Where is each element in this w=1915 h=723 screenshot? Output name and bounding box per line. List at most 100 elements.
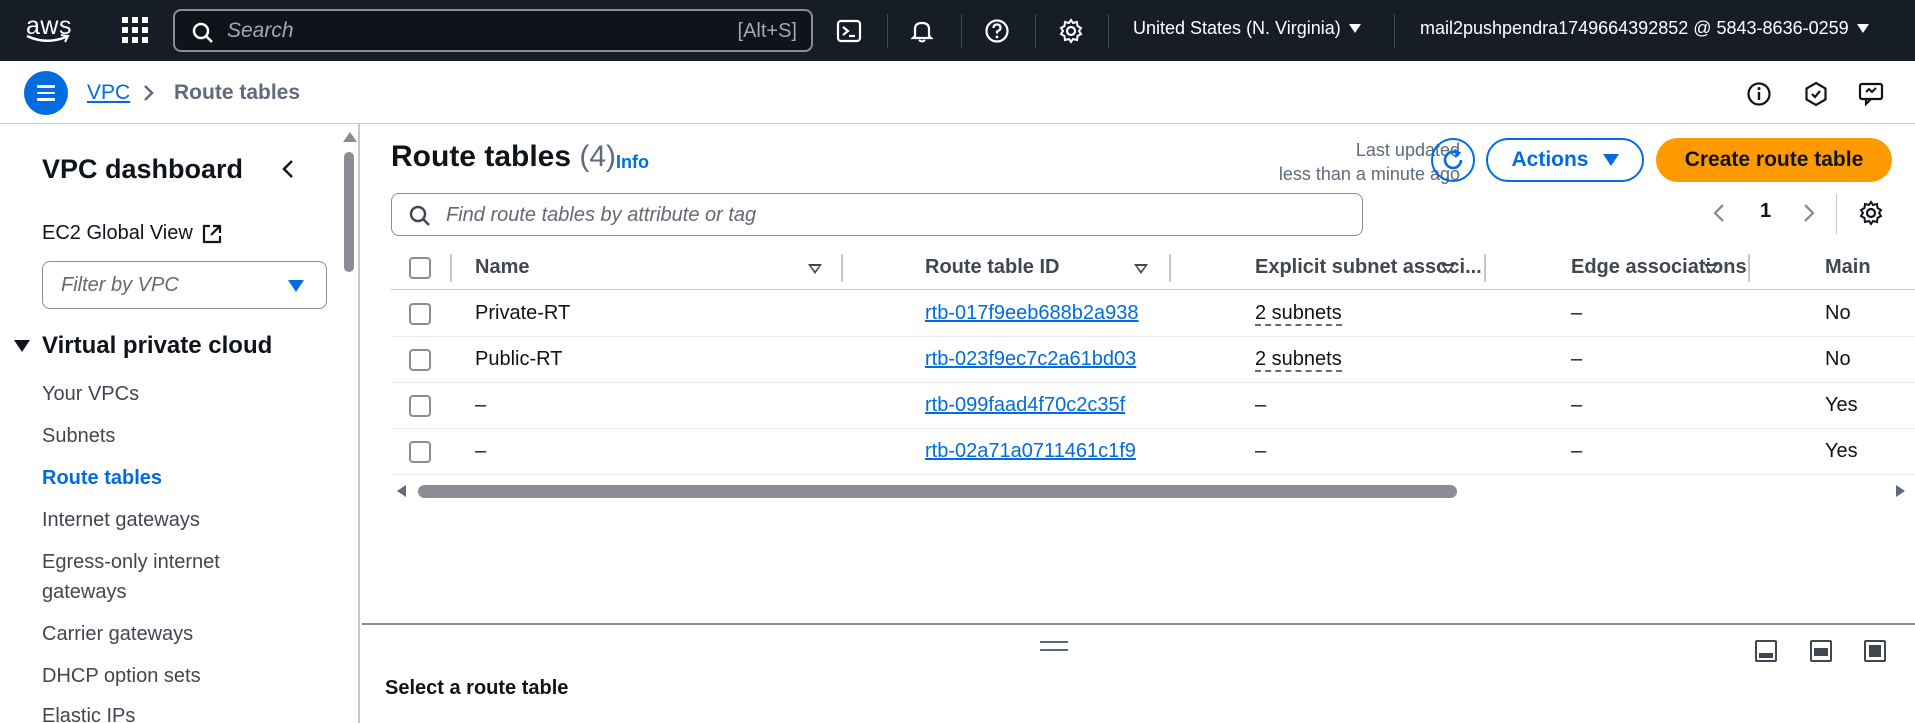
scroll-left-icon[interactable]	[397, 485, 406, 497]
cell-name: Private-RT	[475, 302, 571, 324]
menu-icon[interactable]	[24, 71, 68, 115]
split-panel-title: Select a route table	[385, 677, 569, 699]
gear-icon[interactable]	[1056, 16, 1086, 46]
sort-icon[interactable]	[1704, 264, 1718, 274]
chevron-right-icon	[144, 85, 154, 101]
select-all-checkbox[interactable]	[409, 257, 431, 279]
table-header: Name Route table ID Explicit subnet asso…	[391, 246, 1915, 290]
sort-icon[interactable]	[1441, 264, 1455, 274]
panel-side-icon[interactable]	[1810, 640, 1832, 662]
feedback-icon[interactable]	[1857, 79, 1887, 109]
cell-route-table-id-link[interactable]: rtb-099faad4f70c2c35f	[925, 394, 1125, 417]
route-table-filter-input[interactable]	[446, 201, 1326, 229]
cloudshell-icon[interactable]	[834, 16, 864, 46]
create-route-table-button[interactable]: Create route table	[1656, 138, 1892, 182]
sidebar-scrollbar[interactable]	[342, 124, 357, 723]
column-header-name[interactable]: Name	[475, 256, 529, 279]
table-row[interactable]: Public-RT rtb-023f9ec7c2a61bd03 2 subnet…	[391, 337, 1915, 383]
main-content: Route tables (4) Info Last updated less …	[362, 124, 1915, 624]
table-horizontal-scrollbar[interactable]	[391, 482, 1915, 502]
nav-divider	[887, 14, 888, 48]
table-row[interactable]: – rtb-099faad4f70c2c35f – – Yes	[391, 383, 1915, 429]
cell-edge-associations: –	[1571, 302, 1583, 324]
services-grid-icon[interactable]	[122, 17, 148, 43]
account-label: mail2pushpendra1749664392852 @ 5843-8636…	[1420, 18, 1849, 38]
chevron-left-icon[interactable]	[280, 158, 296, 180]
global-search-input[interactable]	[227, 17, 687, 45]
scroll-up-icon[interactable]	[343, 132, 357, 142]
vpc-filter-select[interactable]: Filter by VPC	[42, 261, 327, 309]
nav-divider	[1035, 14, 1036, 48]
scrollbar-thumb[interactable]	[418, 485, 1457, 498]
chevron-down-icon	[1348, 24, 1361, 33]
cell-route-table-id-link[interactable]: rtb-02a71a0711461c1f9	[925, 440, 1136, 463]
bell-icon[interactable]	[907, 16, 937, 46]
cell-edge-associations: –	[1571, 394, 1583, 416]
sidebar-title[interactable]: VPC dashboard	[42, 154, 243, 185]
sidebar-item-ec2-global-view[interactable]: EC2 Global View	[42, 222, 223, 245]
sidebar-item-egress-only-internet-gateways[interactable]: Egress-only internet gateways	[42, 547, 282, 607]
breadcrumb: VPC Route tables	[0, 61, 1915, 124]
sidebar-item-dhcp-option-sets[interactable]: DHCP option sets	[42, 661, 201, 691]
panel-bottom-icon[interactable]	[1755, 640, 1777, 662]
sidebar-item-elastic-ips[interactable]: Elastic IPs	[42, 701, 135, 723]
sidebar-item-internet-gateways[interactable]: Internet gateways	[42, 505, 200, 535]
sort-icon[interactable]	[808, 264, 822, 274]
scrollbar-thumb[interactable]	[344, 152, 354, 272]
resize-handle[interactable]	[1040, 641, 1068, 651]
cell-route-table-id-link[interactable]: rtb-017f9eeb688b2a938	[925, 302, 1139, 325]
cell-main: No	[1825, 302, 1851, 324]
sidebar-item-label: EC2 Global View	[42, 222, 193, 244]
aws-logo[interactable]: aws	[22, 12, 78, 48]
cell-route-table-id-link[interactable]: rtb-023f9ec7c2a61bd03	[925, 348, 1136, 371]
sidebar-item-your-vpcs[interactable]: Your VPCs	[42, 379, 139, 409]
panel-full-icon[interactable]	[1864, 640, 1886, 662]
global-search[interactable]: [Alt+S]	[173, 9, 813, 52]
region-selector[interactable]: United States (N. Virginia)	[1133, 18, 1361, 39]
sidebar-item-subnets[interactable]: Subnets	[42, 421, 115, 451]
refresh-icon	[1443, 148, 1463, 170]
cell-subnet-associations[interactable]: 2 subnets	[1255, 348, 1342, 372]
caret-down-icon	[1602, 154, 1619, 166]
notifications-icon[interactable]	[1801, 79, 1831, 109]
chevron-right-icon[interactable]	[1802, 202, 1816, 224]
info-link[interactable]: Info	[616, 152, 649, 173]
cell-name: –	[475, 440, 487, 462]
account-menu[interactable]: mail2pushpendra1749664392852 @ 5843-8636…	[1420, 18, 1869, 39]
table-row[interactable]: Private-RT rtb-017f9eeb688b2a938 2 subne…	[391, 291, 1915, 337]
row-checkbox[interactable]	[409, 349, 431, 371]
region-label: United States (N. Virginia)	[1133, 18, 1341, 38]
sidebar-item-carrier-gateways[interactable]: Carrier gateways	[42, 619, 193, 649]
aws-smile-icon	[26, 34, 70, 43]
route-table-filter[interactable]	[391, 193, 1363, 236]
info-icon[interactable]	[1744, 79, 1774, 109]
breadcrumb-vpc-link[interactable]: VPC	[87, 81, 130, 105]
row-checkbox[interactable]	[409, 303, 431, 325]
sidebar-item-route-tables[interactable]: Route tables	[42, 463, 162, 493]
scroll-right-icon[interactable]	[1896, 485, 1905, 497]
chevron-left-icon[interactable]	[1712, 202, 1726, 224]
sidebar-section-virtual-private-cloud[interactable]: Virtual private cloud	[14, 332, 272, 360]
cell-subnet-associations[interactable]: 2 subnets	[1255, 302, 1342, 326]
help-icon[interactable]	[982, 16, 1012, 46]
chevron-down-icon	[1856, 24, 1869, 33]
row-checkbox[interactable]	[409, 395, 431, 417]
actions-button[interactable]: Actions	[1486, 138, 1644, 182]
gear-icon[interactable]	[1858, 200, 1884, 226]
page-title: Route tables (4)	[391, 140, 616, 174]
page-title-text: Route tables	[391, 140, 572, 173]
table-row[interactable]: – rtb-02a71a0711461c1f9 – – Yes	[391, 429, 1915, 475]
cell-main: Yes	[1825, 440, 1858, 462]
cell-name: –	[475, 394, 487, 416]
column-divider	[1748, 254, 1750, 282]
column-header-main[interactable]: Main	[1825, 256, 1871, 279]
column-header-edge-associations[interactable]: Edge associations	[1571, 256, 1747, 279]
refresh-button[interactable]	[1431, 138, 1475, 182]
column-header-route-table-id[interactable]: Route table ID	[925, 256, 1059, 279]
row-checkbox[interactable]	[409, 441, 431, 463]
cell-edge-associations: –	[1571, 440, 1583, 462]
sort-icon[interactable]	[1134, 264, 1148, 274]
current-page[interactable]: 1	[1760, 200, 1771, 223]
actions-label: Actions	[1511, 148, 1589, 171]
top-navigation: aws [Alt+S]	[0, 0, 1915, 61]
